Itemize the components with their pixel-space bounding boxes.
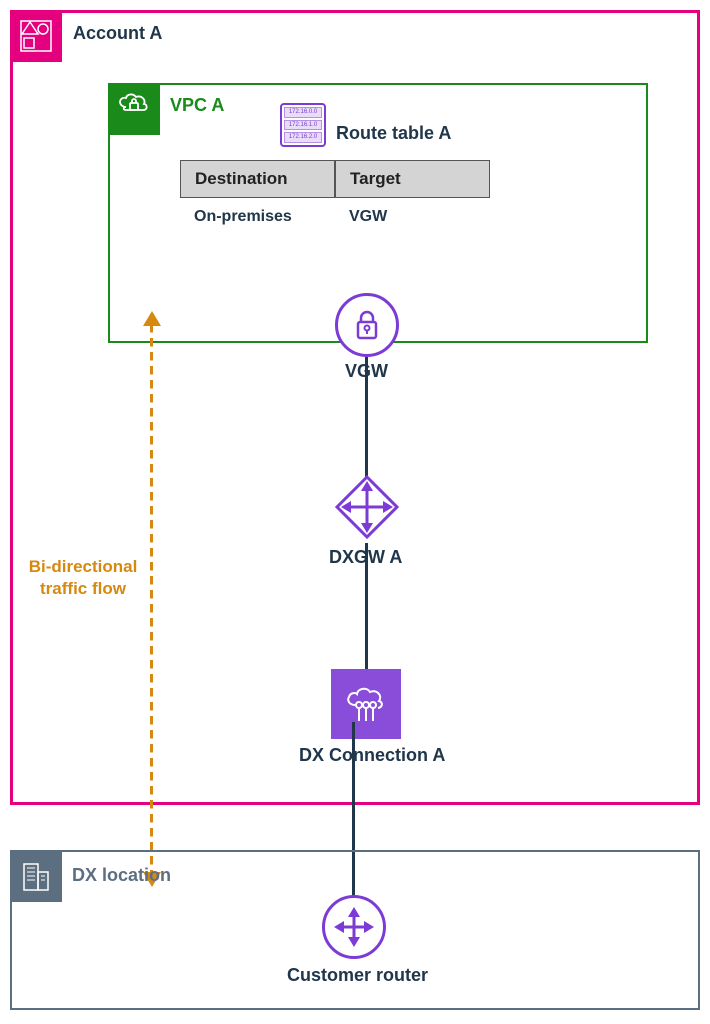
dx-location-icon	[10, 850, 62, 902]
rt-head-dest: Destination	[180, 160, 335, 198]
account-icon	[10, 10, 62, 62]
rt-cell-target: VGW	[335, 198, 490, 236]
vpc-icon	[108, 83, 160, 135]
rt-cell-dest: On-premises	[180, 198, 335, 236]
traffic-flow-label: Bi-directional traffic flow	[18, 556, 148, 600]
rt-head-target: Target	[335, 160, 490, 198]
dx-connection-icon	[331, 669, 401, 739]
dx-connection-label: DX Connection A	[299, 745, 445, 766]
vpc-label: VPC A	[170, 95, 224, 116]
route-table-header: Destination Target	[180, 160, 490, 198]
dxgw-label: DXGW A	[329, 547, 402, 568]
traffic-flow-arrow	[150, 314, 153, 884]
route-table-title: Route table A	[336, 123, 451, 144]
dx-location-label: DX location	[72, 865, 171, 886]
route-table-icon: 172.16.0.0172.16.1.0172.16.2.0	[280, 103, 326, 147]
route-table: Destination Target On-premises VGW	[180, 160, 490, 236]
vgw-label: VGW	[345, 361, 388, 382]
arrow-up-icon	[143, 311, 161, 326]
dxgw-icon	[331, 471, 403, 543]
vgw-icon	[335, 293, 399, 357]
account-container: Account A VPC A 172.16.0.0172.16.1.0172.…	[10, 10, 700, 805]
customer-router-icon	[322, 895, 386, 959]
route-table-row: On-premises VGW	[180, 198, 490, 236]
account-label: Account A	[73, 23, 162, 44]
customer-router-label: Customer router	[287, 965, 428, 986]
